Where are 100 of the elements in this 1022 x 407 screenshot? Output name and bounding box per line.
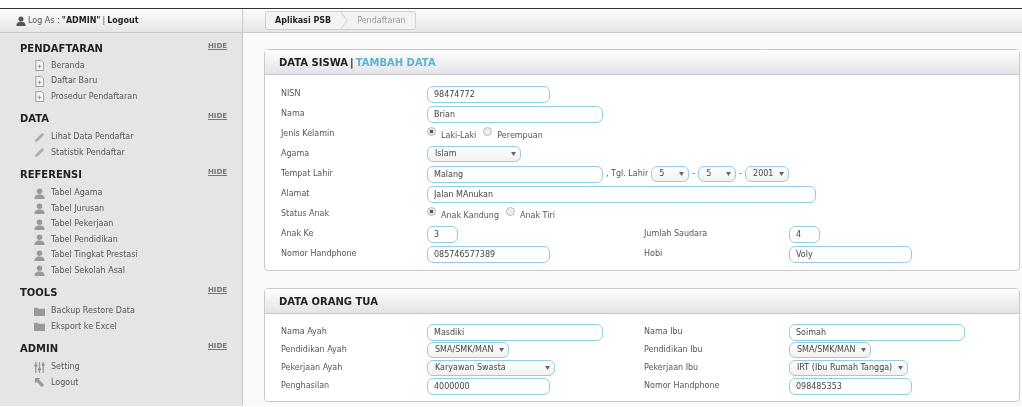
folder-icon: [34, 321, 45, 333]
arrow-icon: [34, 377, 45, 389]
dropdown[interactable]: SMA/SMK/MAN: [427, 342, 510, 358]
field-label: Status Anak: [281, 208, 331, 220]
login-label: Log As :: [28, 14, 60, 27]
input-field[interactable]: Malang: [427, 165, 603, 183]
input-field[interactable]: Brian: [427, 105, 603, 123]
section-title: TOOLS: [20, 285, 58, 300]
caret-icon: [679, 172, 685, 176]
dropdown[interactable]: 2001: [745, 166, 790, 182]
field-label: Nama: [281, 108, 306, 120]
dropdown[interactable]: 5: [651, 166, 690, 182]
dash-text: -: [739, 168, 743, 180]
input-field[interactable]: Jalan MAnukan: [427, 185, 816, 203]
sidebar-item[interactable]: Setting: [0, 359, 242, 375]
person-icon: [34, 203, 45, 215]
caret-icon: [898, 366, 904, 370]
panel-title: DATA SISWA: [279, 55, 348, 70]
sidebar-item[interactable]: Prosedur Pendaftaran: [0, 89, 242, 105]
field-label: NISN: [281, 88, 302, 100]
caret-icon: [499, 348, 505, 352]
dropdown[interactable]: Karyawan Swasta: [427, 360, 555, 376]
dash-text: -: [692, 168, 696, 180]
radio-label: Anak Kandung: [441, 209, 499, 222]
input-field[interactable]: Voly: [789, 245, 912, 263]
section-title: REFERENSI: [20, 167, 83, 182]
caret-icon: [861, 348, 867, 352]
section-title: PENDAFTARAN: [20, 42, 103, 56]
field-label: Nama Ayah: [281, 326, 328, 338]
dropdown[interactable]: Islam: [427, 146, 521, 162]
field-label: Anak Ke: [281, 228, 315, 240]
input-field[interactable]: 098485353: [789, 377, 912, 395]
radio-button[interactable]: [483, 127, 493, 136]
input-field[interactable]: 085746577389: [427, 245, 550, 263]
field-label: Alamat: [281, 188, 311, 200]
pencil-icon: [34, 131, 45, 143]
field-label: Nomor Handphone: [281, 248, 358, 260]
input-field[interactable]: 98474772: [427, 85, 550, 103]
sidebar-item[interactable]: Tabel Jurusan: [0, 201, 242, 217]
caret-icon: [726, 172, 732, 176]
user-icon: [16, 15, 26, 26]
sidebar-item[interactable]: Beranda: [0, 58, 242, 74]
input-field[interactable]: 3: [427, 225, 458, 243]
field-label: Nama Ibu: [644, 326, 684, 338]
field-label: Pekerjaan Ibu: [644, 362, 700, 374]
folder-icon: [34, 305, 45, 317]
sidebar-item[interactable]: Statistik Pendaftar: [0, 145, 242, 161]
radio-label: Anak Tiri: [520, 209, 555, 222]
username: "ADMIN": [61, 14, 101, 27]
person-icon: [34, 187, 45, 199]
field-label: Hobi: [644, 248, 664, 260]
sidebar-item[interactable]: Tabel Sekolah Asal: [0, 263, 242, 279]
document-icon: [34, 75, 45, 87]
field-label: Jumlah Saudara: [644, 228, 709, 240]
sidebar-item[interactable]: Logout: [0, 375, 242, 391]
pencil-icon: [34, 147, 45, 159]
person-icon: [34, 234, 45, 246]
sidebar-item[interactable]: Eksport ke Excel: [0, 319, 242, 335]
field-label: Pendidikan Ibu: [644, 344, 704, 356]
input-field[interactable]: Soimah: [789, 323, 965, 341]
dropdown[interactable]: 5: [698, 166, 737, 182]
input-field[interactable]: 4: [789, 225, 820, 243]
dropdown[interactable]: IRT (Ibu Rumah Tangga): [789, 360, 909, 376]
person-icon: [34, 249, 45, 261]
sidebar-item[interactable]: Tabel Pekerjaan: [0, 216, 242, 232]
caret-icon: [779, 172, 785, 176]
sidebar-item[interactable]: Lihat Data Pendaftar: [0, 129, 242, 145]
field-label: Penghasilan: [281, 380, 331, 392]
input-field[interactable]: Masdiki: [427, 323, 603, 341]
person-icon: [34, 265, 45, 277]
sidebar-item[interactable]: Tabel Pendidikan: [0, 232, 242, 248]
document-icon: [34, 91, 45, 103]
panel-title: DATA ORANG TUA: [279, 294, 378, 309]
date-label: , Tgl. Lahir: [606, 168, 649, 180]
section-title: ADMIN: [20, 341, 59, 356]
logout-link[interactable]: Logout: [107, 14, 139, 27]
radio-label: Perempuan: [497, 129, 543, 142]
document-icon: [34, 60, 45, 72]
field-label: Nomor Handphone: [644, 380, 721, 392]
radio-button[interactable]: [427, 127, 436, 136]
person-icon: [34, 218, 45, 230]
field-label: Pendidikan Ayah: [281, 344, 348, 356]
sidebar-item[interactable]: Daftar Baru: [0, 73, 242, 89]
separator-text: |: [102, 14, 106, 27]
sliders-icon: [34, 361, 45, 373]
field-label: Agama: [281, 148, 311, 160]
breadcrumb-link[interactable]: Aplikasi PSB: [266, 12, 341, 29]
radio-button[interactable]: [506, 207, 515, 216]
caret-icon: [511, 152, 516, 156]
field-label: Pekerjaan Ayah: [281, 362, 344, 374]
dropdown[interactable]: SMA/SMK/MAN: [789, 342, 872, 358]
sidebar-item[interactable]: Backup Restore Data: [0, 303, 242, 319]
radio-button[interactable]: [427, 207, 436, 216]
caret-icon: [545, 366, 550, 370]
sidebar-item[interactable]: Tabel Tingkat Prestasi: [0, 247, 242, 263]
section-title: DATA: [20, 111, 50, 126]
field-label: Tempat Lahir: [281, 168, 334, 180]
input-field[interactable]: 4000000: [427, 377, 550, 395]
field-label: Jenis Kelamin: [281, 128, 336, 140]
sidebar-item[interactable]: Tabel Agama: [0, 185, 242, 201]
